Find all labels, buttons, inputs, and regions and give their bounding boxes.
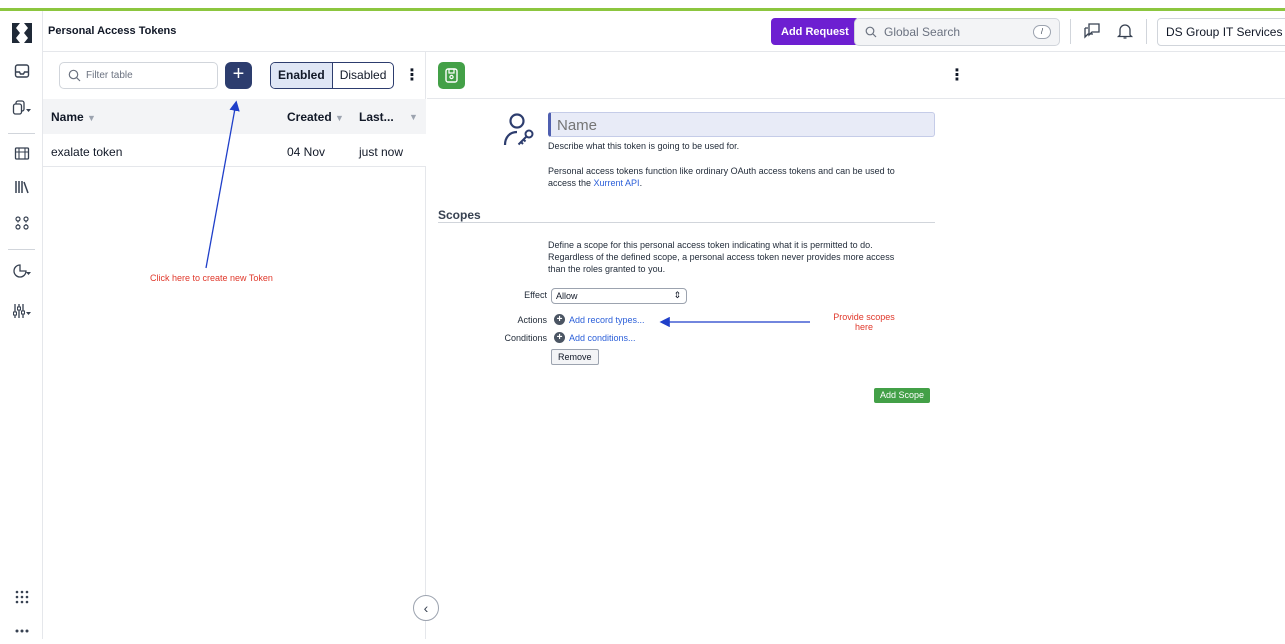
scope-help-line-2: Regardless of the defined scope, a perso… (548, 252, 895, 262)
new-token-arrow (205, 100, 240, 269)
conditions-label: Conditions (504, 333, 547, 343)
add-record-types-link[interactable]: + Add record types... (554, 314, 645, 325)
name-help-text: Describe what this token is going to be … (548, 141, 740, 151)
save-icon (445, 68, 458, 83)
scopes-annotation: Provide scopes here (833, 312, 895, 332)
save-button[interactable] (438, 62, 465, 89)
token-name-input[interactable] (548, 112, 935, 137)
token-detail-pane: ⋮ Describe what this token is going to b… (427, 52, 1285, 639)
scopes-heading: Scopes (438, 208, 481, 222)
effect-value: Allow (556, 291, 578, 301)
scope-help-line-3: than the roles granted to you. (548, 264, 666, 274)
detail-actions-kebab-icon[interactable]: ⋮ (949, 68, 965, 84)
remove-scope-button[interactable]: Remove (551, 349, 599, 365)
select-arrows-icon: ⇕ (673, 290, 681, 300)
add-conditions-link[interactable]: + Add conditions... (554, 332, 636, 343)
user-key-icon (503, 113, 534, 146)
plus-circle-icon: + (554, 314, 565, 325)
add-scope-button[interactable]: Add Scope (874, 388, 931, 403)
scope-help-line-1: Define a scope for this personal access … (548, 240, 873, 250)
info-line-1: Personal access tokens function like ord… (548, 166, 895, 176)
plus-circle-icon: + (554, 332, 565, 343)
actions-label: Actions (517, 315, 547, 325)
effect-select[interactable]: Allow ⇕ (551, 288, 687, 304)
info-line-2: access the Xurrent API. (548, 178, 643, 188)
xurrent-api-link[interactable]: Xurrent API (594, 178, 640, 188)
effect-label: Effect (524, 290, 547, 300)
